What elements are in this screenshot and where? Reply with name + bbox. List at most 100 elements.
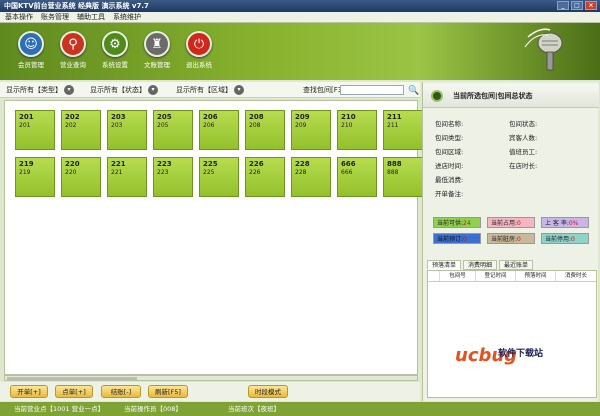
business-query-button[interactable]: ⚲ 营业查询 — [54, 31, 92, 69]
header-banner: ☺ 会员管理 ⚲ 营业查询 ⚙ 系统设置 ♜ 文账管理 ⏻ 退出系统 — [0, 23, 600, 80]
search-input[interactable] — [340, 85, 404, 95]
status-filter[interactable]: 显示所有【状态】 ▾ — [90, 82, 158, 98]
detail-tabs: 预落清单 消费明细 最近账单 — [427, 260, 597, 270]
room-number: 211 — [387, 113, 402, 121]
occupied-label: 当前占用: — [491, 220, 518, 227]
room-number: 208 — [249, 113, 264, 121]
tab-consumption-detail[interactable]: 消费明细 — [463, 260, 498, 270]
room-code: 666 — [341, 169, 353, 176]
room-tile[interactable]: 209 209 — [291, 110, 331, 150]
chevron-down-icon[interactable]: ▾ — [148, 85, 158, 95]
search-icon: ⚲ — [60, 31, 86, 57]
order-button[interactable]: 点单[+] — [55, 385, 93, 398]
member-management-label: 会员管理 — [18, 61, 44, 69]
status-indicator-icon — [431, 90, 443, 102]
document-management-label: 文账管理 — [144, 61, 170, 69]
watermark-site: 软件下载站 — [498, 349, 544, 359]
horizontal-scrollbar[interactable] — [4, 375, 418, 381]
room-grid: 201 201 202 202 203 203 205 205 206 206 208 208 209 2… — [4, 100, 423, 375]
room-tile[interactable]: 219 219 — [15, 157, 55, 197]
room-code: 205 — [157, 122, 169, 129]
room-number: 221 — [111, 160, 126, 168]
occupied-badge: 当前占用:0 — [487, 217, 535, 228]
area-filter[interactable]: 显示所有【区域】 ▾ — [176, 82, 244, 98]
exit-system-button[interactable]: ⏻ 退出系统 — [180, 31, 218, 69]
type-filter[interactable]: 显示所有【类型】 ▾ — [6, 82, 74, 98]
room-tile[interactable]: 223 223 — [153, 157, 193, 197]
tab-pending-list[interactable]: 预落清单 — [427, 260, 462, 270]
room-code: 220 — [65, 169, 77, 176]
room-tile[interactable]: 201 201 — [15, 110, 55, 150]
type-filter-label: 显示所有【类型】 — [6, 86, 62, 94]
dirty-room-badge: 当前脏房:0 — [487, 233, 535, 244]
search-label: 查找包间[F3] — [303, 86, 345, 94]
dirty-room-label: 当前脏房: — [491, 236, 518, 243]
column-header-pending-time[interactable]: 预落时间 — [516, 271, 556, 281]
available-label: 当前可供: — [437, 220, 464, 227]
refresh-button[interactable]: 刷新[F5] — [148, 385, 188, 398]
room-tile[interactable]: 205 205 — [153, 110, 193, 150]
room-number: 226 — [249, 160, 264, 168]
chevron-down-icon[interactable]: ▾ — [234, 85, 244, 95]
checkout-button[interactable]: 结账[-] — [101, 385, 141, 398]
system-settings-button[interactable]: ⚙ 系统设置 — [96, 31, 134, 69]
close-button[interactable]: × — [585, 1, 597, 10]
gear-icon: ⚙ — [102, 31, 128, 57]
room-tile[interactable]: 220 220 — [61, 157, 101, 197]
room-number: 203 — [111, 113, 126, 121]
room-number: 209 — [295, 113, 310, 121]
field-order-notes: 开单备注: — [435, 190, 464, 198]
column-header-room[interactable]: 包间号 — [440, 271, 476, 281]
document-management-button[interactable]: ♜ 文账管理 — [138, 31, 176, 69]
open-room-button[interactable]: 开单[+] — [10, 385, 48, 398]
room-code: 226 — [249, 169, 261, 176]
menu-maintenance[interactable]: 系统维护 — [113, 12, 141, 22]
room-tile[interactable]: 228 228 — [291, 157, 331, 197]
room-number: 206 — [203, 113, 218, 121]
room-number: 205 — [157, 113, 172, 121]
system-settings-label: 系统设置 — [102, 61, 128, 69]
time-mode-button[interactable]: 时段模式 — [248, 385, 288, 398]
filter-toolbar: 显示所有【类型】 ▾ 显示所有【状态】 ▾ 显示所有【区域】 ▾ 查找包间[F3… — [0, 82, 420, 98]
area-filter-label: 显示所有【区域】 — [176, 86, 232, 94]
menu-accounts[interactable]: 账务管理 — [41, 12, 69, 22]
column-header-duration[interactable]: 消费时长 — [556, 271, 596, 281]
room-tile[interactable]: 666 666 — [337, 157, 377, 197]
room-code: 221 — [111, 169, 123, 176]
field-room-status: 包间状态: — [509, 120, 538, 128]
menu-basic[interactable]: 基本操作 — [5, 12, 33, 22]
room-tile[interactable]: 221 221 — [107, 157, 147, 197]
tab-recent-bills[interactable]: 最近账单 — [499, 260, 534, 270]
status-bar: 当前营业点【1001 营业一点】 当前操作员【008】 当前班次【夜班】 — [0, 402, 600, 416]
member-management-button[interactable]: ☺ 会员管理 — [12, 31, 50, 69]
scrollbar-thumb[interactable] — [7, 377, 137, 380]
panel-header: 当前所选包间|包间总状态 — [423, 84, 599, 108]
column-header-checkin[interactable]: 登记时间 — [476, 271, 516, 281]
table-header: 包间号 登记时间 预落时间 消费时长 — [428, 271, 596, 282]
room-tile[interactable]: 202 202 — [61, 110, 101, 150]
pending-table: 包间号 登记时间 预落时间 消费时长 — [427, 270, 597, 398]
panel-title: 当前所选包间|包间总状态 — [453, 92, 533, 100]
room-tile[interactable]: 226 226 — [245, 157, 285, 197]
room-tile[interactable]: 206 206 — [199, 110, 239, 150]
microphone-icon — [524, 28, 563, 71]
window-controls: _ □ × — [557, 1, 597, 10]
field-staff-on-duty: 值班员工: — [509, 148, 538, 156]
room-code: 211 — [387, 122, 399, 129]
search-icon[interactable]: 🔍 — [408, 83, 419, 99]
room-tile[interactable]: 225 225 — [199, 157, 239, 197]
room-tile[interactable]: 888 888 — [383, 157, 423, 197]
chevron-down-icon[interactable]: ▾ — [64, 85, 74, 95]
maximize-button[interactable]: □ — [571, 1, 583, 10]
room-tile[interactable]: 203 203 — [107, 110, 147, 150]
room-number: 219 — [19, 160, 34, 168]
field-room-name: 包间名称: — [435, 120, 464, 128]
room-tile[interactable]: 211 211 — [383, 110, 423, 150]
minimize-button[interactable]: _ — [557, 1, 569, 10]
room-tile[interactable]: 210 210 — [337, 110, 377, 150]
disabled-room-badge: 当前停用:0 — [541, 233, 589, 244]
room-tile[interactable]: 208 208 — [245, 110, 285, 150]
menu-tools[interactable]: 辅助工具 — [77, 12, 105, 22]
field-stay-duration: 在店时长: — [509, 162, 538, 170]
room-code: 223 — [157, 169, 169, 176]
